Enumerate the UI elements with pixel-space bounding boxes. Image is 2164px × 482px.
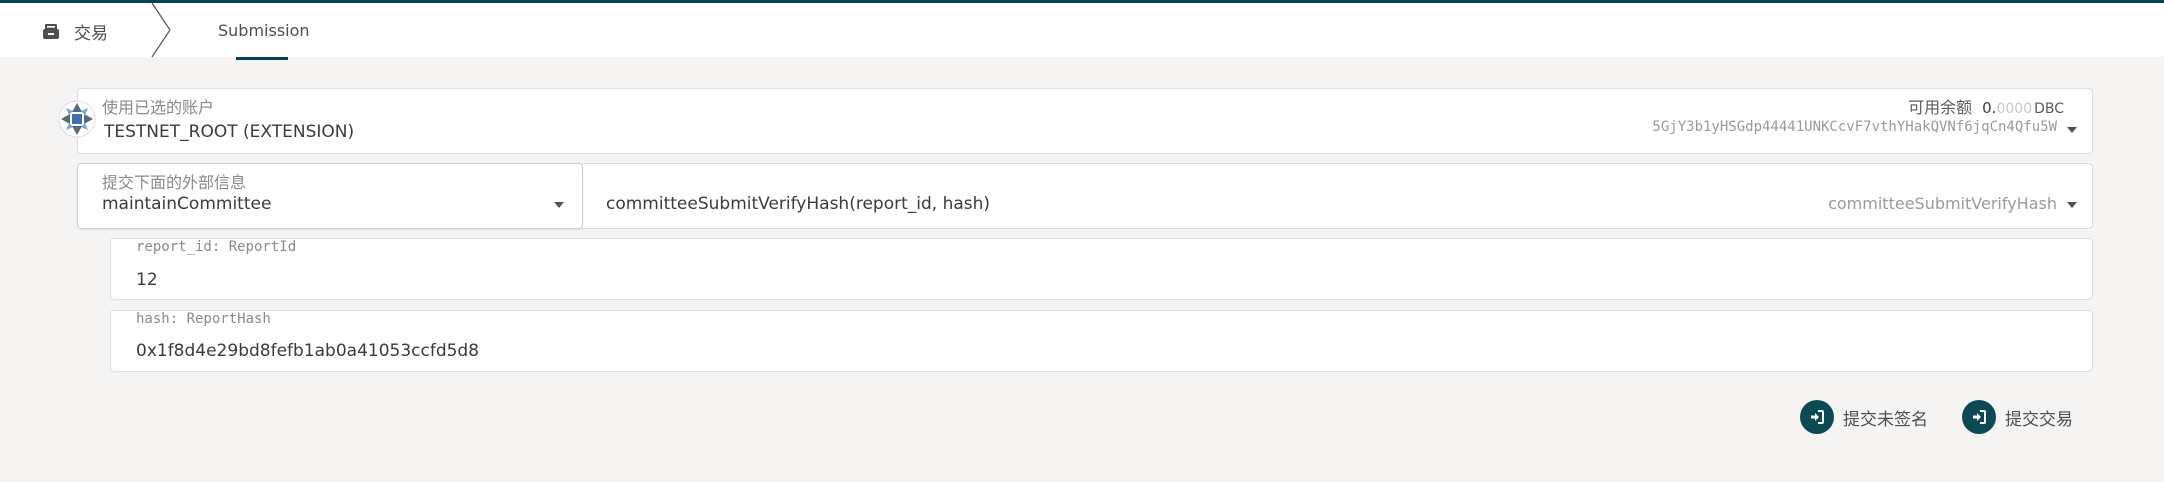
balance-whole: 0. [1982, 99, 1997, 117]
account-address: 5GjY3b1yHSGdp44441UNKCcvF7vthYHakQVNf6jq… [1652, 119, 2057, 135]
balance-unit: DBC [2034, 101, 2064, 117]
tab-submission[interactable]: Submission [218, 21, 310, 40]
account-label: 使用已选的账户 [102, 98, 215, 117]
param-report-id-input[interactable]: 12 [136, 270, 158, 290]
breadcrumb-separator-icon [151, 3, 171, 57]
account-name: TESTNET_ROOT (EXTENSION) [104, 122, 355, 142]
chevron-down-icon[interactable] [554, 202, 564, 208]
top-navigation-bar: 交易 Submission [0, 0, 2164, 60]
submit-transaction-button[interactable]: 提交交易 [1962, 400, 2073, 434]
submit-unsigned-label: 提交未签名 [1843, 409, 1928, 430]
sign-in-icon [1800, 400, 1834, 434]
param-hash-input[interactable]: 0x1f8d4e29bd8fefb1ab0a41053ccfd5d8 [136, 341, 479, 361]
module-value: maintainCommittee [102, 194, 272, 214]
sign-in-icon [1962, 400, 1996, 434]
balance-display: 可用余额 0. 0000 DBC [1908, 94, 2064, 118]
balance-decimals: 0000 [1996, 101, 2033, 117]
account-identicon [58, 100, 96, 138]
param-report-id-label: report_id: ReportId [136, 239, 297, 255]
chevron-down-icon[interactable] [2067, 202, 2077, 208]
param-report-id[interactable]: report_id: ReportId 12 [110, 238, 2093, 300]
method-signature: committeeSubmitVerifyHash(report_id, has… [606, 194, 991, 214]
account-selector[interactable]: 使用已选的账户 TESTNET_ROOT (EXTENSION) 可用余额 0.… [77, 88, 2093, 154]
param-hash-label: hash: ReportHash [136, 311, 271, 327]
method-selector[interactable]: committeeSubmitVerifyHash(report_id, has… [580, 163, 2093, 229]
transfer-box-icon [43, 24, 59, 39]
balance-label: 可用余额 [1908, 98, 1973, 117]
module-selector[interactable]: 提交下面的外部信息 maintainCommittee [77, 163, 583, 229]
method-name: committeeSubmitVerifyHash [1828, 194, 2057, 213]
param-hash[interactable]: hash: ReportHash 0x1f8d4e29bd8fefb1ab0a4… [110, 310, 2093, 372]
active-tab-indicator [236, 57, 288, 60]
breadcrumb-section-label[interactable]: 交易 [74, 19, 108, 44]
submit-transaction-label: 提交交易 [2005, 409, 2073, 430]
extrinsic-label: 提交下面的外部信息 [102, 173, 247, 192]
submit-unsigned-button[interactable]: 提交未签名 [1800, 400, 1928, 434]
chevron-down-icon[interactable] [2067, 127, 2077, 133]
